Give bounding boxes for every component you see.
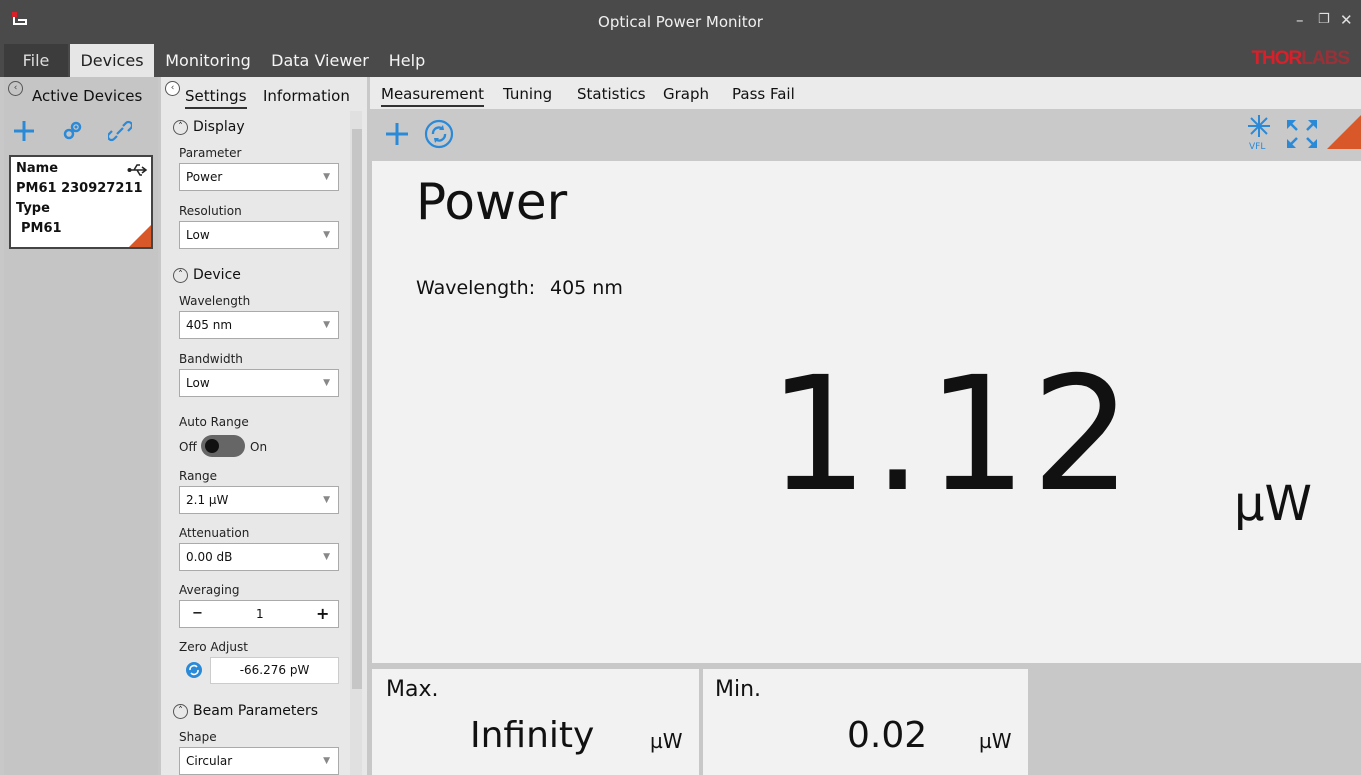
tab-settings[interactable]: Settings — [185, 87, 247, 109]
title-bar: Optical Power Monitor – ❐ ✕ — [0, 0, 1361, 44]
zero-adjust-value: -66.276 pW — [210, 657, 339, 684]
toggle-knob — [205, 439, 219, 453]
active-devices-header: Active Devices — [32, 87, 143, 105]
min-value: 0.02 — [847, 715, 928, 756]
tab-statistics[interactable]: Statistics — [577, 85, 646, 103]
range-label: Range — [179, 469, 218, 483]
tab-pass-fail[interactable]: Pass Fail — [732, 85, 795, 103]
chevron-down-icon: ▼ — [323, 495, 330, 505]
restore-button[interactable]: ❐ — [1318, 12, 1330, 27]
link-icon[interactable] — [108, 119, 132, 143]
tab-measurement[interactable]: Measurement — [381, 85, 484, 107]
measurement-title: Power — [416, 173, 568, 231]
decrement-button[interactable]: − — [192, 606, 203, 621]
settings-scrollbar[interactable] — [350, 111, 362, 775]
chevron-down-icon: ▼ — [323, 320, 330, 330]
scrollbar-thumb[interactable] — [352, 129, 362, 689]
power-unit: µW — [1234, 476, 1312, 532]
collapse-left-icon[interactable]: ‹ — [8, 81, 23, 96]
device-name-label: Name — [16, 161, 59, 176]
vfl-label: VFL — [1249, 142, 1265, 151]
fullscreen-icon[interactable] — [1284, 117, 1320, 151]
main-tab-bar: Measurement Tuning Statistics Graph Pass… — [370, 77, 1361, 109]
thorlabs-logo: THORLABS — [1251, 48, 1350, 69]
menu-bar: File Devices Monitoring Data Viewer Help… — [0, 44, 1361, 77]
tab-graph[interactable]: Graph — [663, 85, 709, 103]
tab-tuning[interactable]: Tuning — [503, 85, 552, 103]
chevron-down-icon: ▼ — [323, 552, 330, 562]
vfl-icon[interactable]: VFL — [1244, 113, 1274, 151]
device-type-label: Type — [16, 201, 50, 216]
bandwidth-label: Bandwidth — [179, 352, 243, 366]
max-label: Max. — [386, 677, 439, 702]
max-value: Infinity — [470, 715, 595, 756]
range-select[interactable]: 2.1 µW ▼ — [179, 486, 339, 514]
minimize-button[interactable]: – — [1296, 11, 1304, 29]
shape-select[interactable]: Circular ▼ — [179, 747, 339, 775]
averaging-stepper[interactable]: − 1 + — [179, 600, 339, 628]
attenuation-select[interactable]: 0.00 dB ▼ — [179, 543, 339, 571]
beam-section-toggle[interactable]: ˄ Beam Parameters — [173, 703, 318, 719]
auto-range-off-label: Off — [179, 440, 197, 454]
menu-file[interactable]: File — [4, 44, 68, 77]
chevron-down-icon: ▼ — [323, 172, 330, 182]
shape-label: Shape — [179, 730, 217, 744]
device-type-value: PM61 — [21, 221, 62, 236]
wavelength-value: 405 nm — [550, 277, 623, 299]
corner-indicator — [1327, 115, 1361, 149]
averaging-value: 1 — [256, 607, 264, 621]
chevron-up-icon: ˄ — [173, 703, 188, 719]
resolution-label: Resolution — [179, 204, 242, 218]
measurement-area: Measurement Tuning Statistics Graph Pass… — [370, 77, 1361, 775]
resolution-select[interactable]: Low ▼ — [179, 221, 339, 249]
display-section-toggle[interactable]: ˄ Display — [173, 119, 245, 135]
auto-range-label: Auto Range — [179, 415, 249, 429]
bandwidth-select[interactable]: Low ▼ — [179, 369, 339, 397]
parameter-select[interactable]: Power ▼ — [179, 163, 339, 191]
device-card-corner — [129, 225, 151, 247]
active-devices-panel: ‹ Active Devices Name PM61 230927211 Typ… — [4, 77, 158, 775]
chevron-down-icon: ▼ — [323, 378, 330, 388]
chevron-down-icon: ▼ — [323, 756, 330, 766]
chevron-up-icon: ˄ — [173, 267, 188, 283]
wavelength-label: Wavelength: — [416, 277, 536, 299]
window-title: Optical Power Monitor — [598, 13, 763, 31]
auto-range-toggle[interactable] — [201, 435, 245, 457]
menu-monitoring[interactable]: Monitoring — [162, 44, 254, 77]
tab-information[interactable]: Information — [263, 87, 350, 105]
add-device-icon[interactable] — [12, 119, 36, 143]
zero-adjust-label: Zero Adjust — [179, 640, 248, 654]
device-card[interactable]: Name PM61 230927211 Type PM61 — [9, 155, 153, 249]
usb-icon — [127, 164, 148, 176]
auto-range-on-label: On — [250, 440, 268, 454]
wavelength-select[interactable]: 405 nm ▼ — [179, 311, 339, 339]
increment-button[interactable]: + — [316, 604, 329, 623]
attenuation-label: Attenuation — [179, 526, 250, 540]
min-stat-box: Min. 0.02 µW — [703, 669, 1028, 775]
settings-panel: ‹ Settings Information ˄ Display Paramete… — [161, 77, 367, 775]
menu-help[interactable]: Help — [384, 44, 430, 77]
close-button[interactable]: ✕ — [1340, 11, 1353, 29]
averaging-label: Averaging — [179, 583, 240, 597]
menu-data-viewer[interactable]: Data Viewer — [270, 44, 370, 77]
max-stat-box: Max. Infinity µW — [372, 669, 699, 775]
device-name-value: PM61 230927211 — [16, 181, 143, 196]
max-unit: µW — [650, 729, 683, 753]
min-unit: µW — [979, 729, 1012, 753]
wavelength-label: Wavelength — [179, 294, 251, 308]
measurement-toolbar: VFL — [370, 109, 1361, 161]
add-icon[interactable] — [384, 121, 410, 147]
parameter-label: Parameter — [179, 146, 242, 160]
min-label: Min. — [715, 677, 762, 702]
chevron-down-icon: ▼ — [323, 230, 330, 240]
device-section-toggle[interactable]: ˄ Device — [173, 267, 241, 283]
connect-icon[interactable] — [60, 119, 84, 143]
zero-adjust-refresh-icon[interactable] — [185, 661, 203, 679]
menu-devices[interactable]: Devices — [70, 44, 154, 77]
refresh-icon[interactable] — [424, 119, 454, 149]
power-display: Power Wavelength: 405 nm 1.12 µW — [372, 161, 1361, 663]
power-value: 1.12 — [768, 343, 1136, 527]
chevron-up-icon: ˄ — [173, 119, 188, 135]
collapse-settings-icon[interactable]: ‹ — [165, 81, 180, 96]
